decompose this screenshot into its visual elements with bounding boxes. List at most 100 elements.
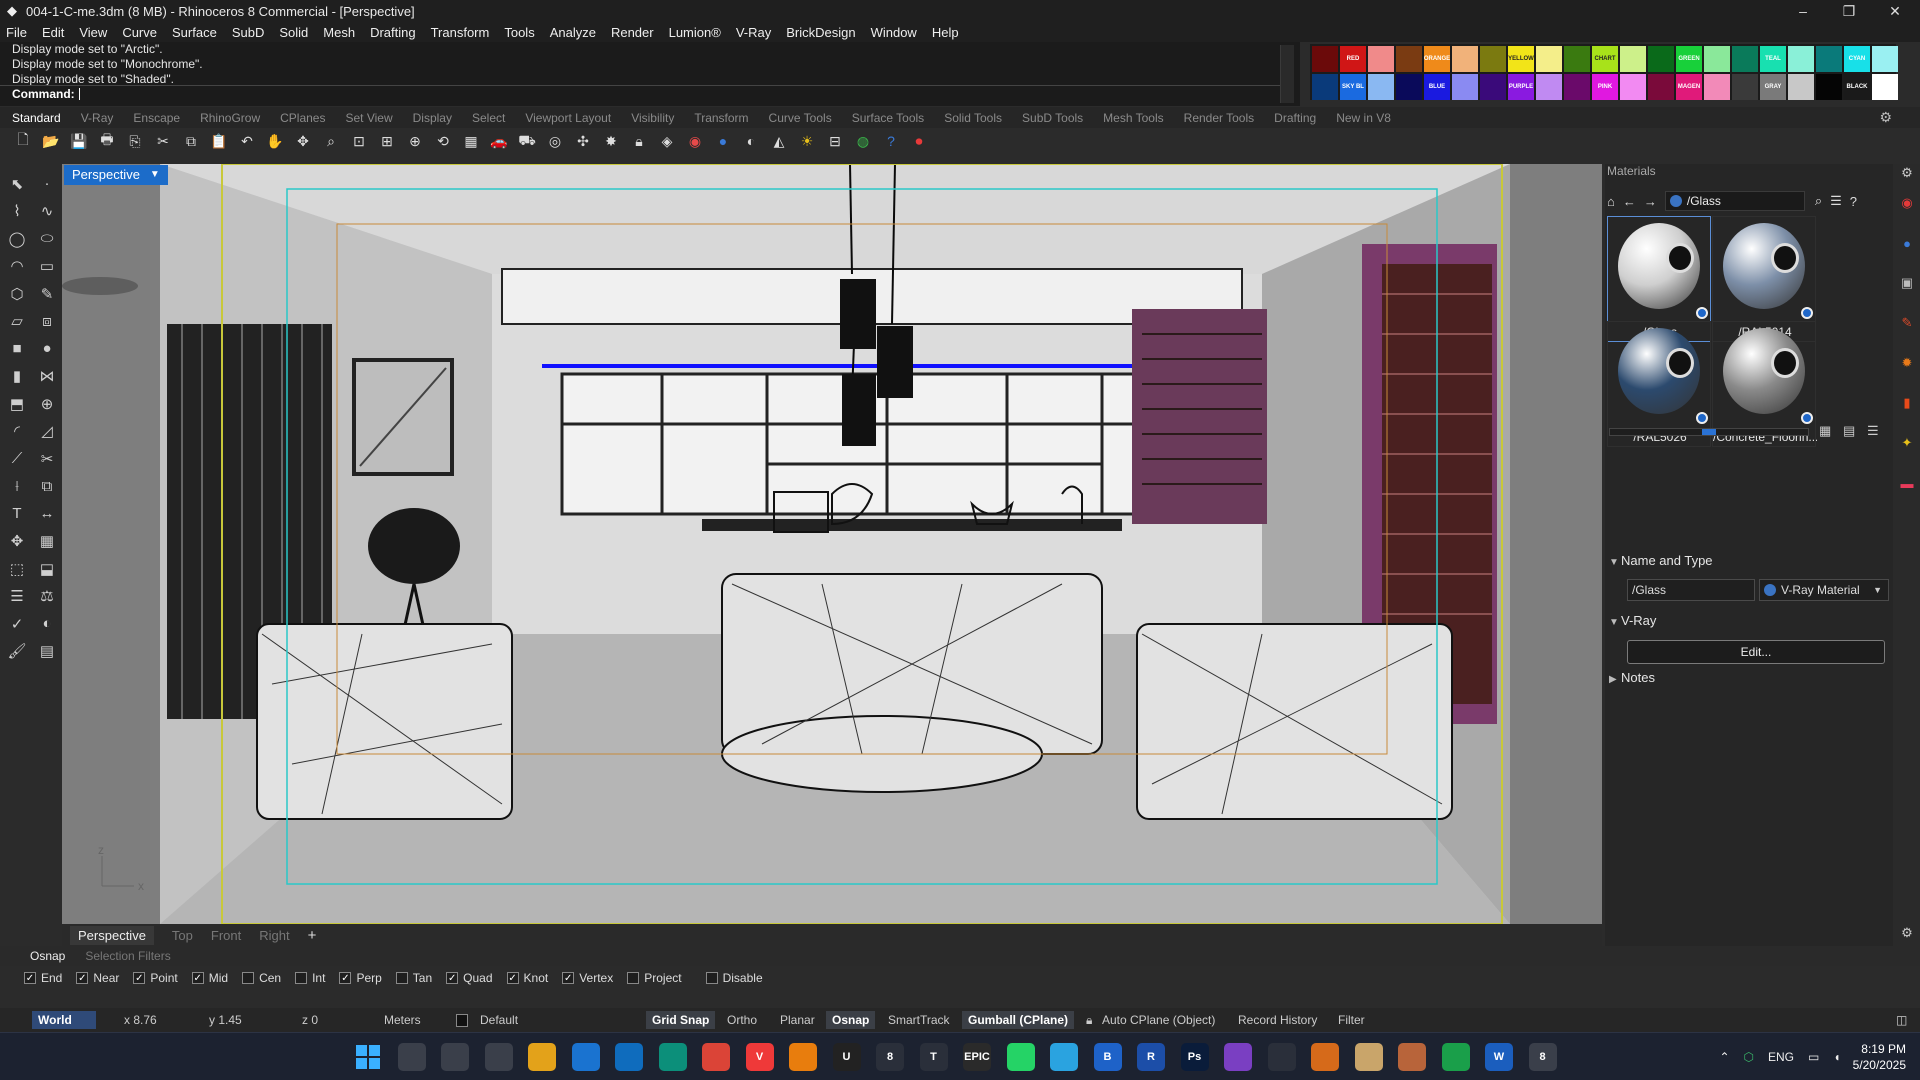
color-swatch[interactable]: YELLOW — [1508, 46, 1534, 72]
split-icon[interactable]: ✂ — [33, 445, 61, 473]
maximize-button[interactable]: ❐ — [1826, 0, 1872, 22]
checkbox[interactable]: ✓ — [562, 972, 575, 984]
menu-icon[interactable]: ☰ — [1830, 193, 1842, 209]
toolbar-tab-enscape[interactable]: Enscape — [133, 111, 180, 125]
color-swatch[interactable] — [1480, 74, 1506, 100]
book-icon[interactable]: ▬ — [1898, 474, 1916, 492]
color-swatch[interactable] — [1368, 74, 1394, 100]
view-tab-perspective[interactable]: Perspective — [70, 925, 154, 945]
sphere-solid-icon[interactable]: ● — [33, 335, 61, 363]
color-swatch[interactable] — [1536, 74, 1562, 100]
perspective-viewport[interactable]: z x — [62, 163, 1602, 925]
camera-icon[interactable]: ▣ — [1898, 274, 1916, 292]
t-app-icon[interactable]: T — [919, 1043, 948, 1071]
viewport-icon[interactable]: ▤ — [33, 638, 61, 666]
move-view-icon[interactable]: ✥ — [292, 130, 314, 152]
section-vray[interactable]: ▼ V-Ray — [1609, 613, 1656, 628]
sketchup-icon[interactable]: 8 — [876, 1043, 904, 1071]
toolbar-tab-viewport-layout[interactable]: Viewport Layout — [525, 111, 611, 125]
checkbox[interactable] — [705, 972, 718, 984]
curve-icon[interactable]: ∿ — [33, 198, 61, 226]
sun-icon[interactable]: ☀ — [796, 130, 818, 152]
render-icon[interactable]: ◐ — [33, 610, 61, 638]
extrude-icon[interactable]: ⬒ — [3, 390, 31, 418]
edge-icon[interactable] — [658, 1043, 687, 1071]
toolbar-tab-solid-tools[interactable]: Solid Tools — [944, 111, 1002, 125]
viewport-title-tab[interactable]: Perspective ▼ — [64, 165, 168, 185]
grid-snap-toggle[interactable]: Grid Snap — [646, 1011, 716, 1029]
menu-tools[interactable]: Tools — [504, 25, 534, 40]
array-icon[interactable]: ▦ — [33, 528, 61, 556]
color-wheel-icon[interactable]: ◉ — [1898, 194, 1916, 212]
menu-view[interactable]: View — [79, 25, 107, 40]
gear-icon[interactable]: ⚙ — [1898, 924, 1916, 942]
point-icon[interactable]: · — [33, 170, 61, 198]
command-input[interactable]: Command: — [0, 85, 1282, 102]
menu-lumion-[interactable]: Lumion® — [669, 25, 721, 40]
color-swatch[interactable] — [1872, 74, 1898, 100]
undo-icon[interactable]: ↶ — [236, 130, 258, 152]
edit-material-button[interactable]: Edit... — [1627, 640, 1885, 664]
store-icon[interactable] — [571, 1043, 600, 1071]
ortho-toggle[interactable]: Ortho — [721, 1011, 763, 1029]
color-swatch[interactable] — [1816, 46, 1842, 72]
menu-subd[interactable]: SubD — [232, 25, 265, 40]
panel-toggle-icon[interactable]: ◫ — [1890, 1011, 1913, 1029]
layer-color-swatch[interactable] — [456, 1014, 468, 1027]
menu-curve[interactable]: Curve — [122, 25, 157, 40]
dimension-icon[interactable]: ↔ — [33, 500, 61, 528]
color-swatch[interactable] — [1816, 74, 1842, 100]
group-icon[interactable]: ⬚ — [3, 555, 31, 583]
color-swatch[interactable] — [1396, 46, 1422, 72]
paste-icon[interactable]: 📋 — [208, 130, 230, 152]
analyze-icon[interactable]: ⚖ — [33, 583, 61, 611]
file-explorer-icon[interactable] — [528, 1043, 556, 1071]
sun-icon[interactable]: ✹ — [1898, 354, 1916, 372]
section-name-type[interactable]: ▼ Name and Type — [1609, 553, 1713, 568]
checkbox[interactable]: ✓ — [191, 972, 204, 984]
print-icon[interactable]: 🖶 — [96, 130, 118, 152]
color-swatch[interactable] — [1732, 46, 1758, 72]
filter-toggle[interactable]: Filter — [1332, 1011, 1371, 1029]
close-button[interactable]: ✕ — [1872, 0, 1918, 22]
surface-icon[interactable]: ▱ — [3, 308, 31, 336]
color-swatch[interactable] — [1452, 74, 1478, 100]
fillet-icon[interactable]: ◜ — [3, 418, 31, 446]
color-swatch[interactable]: MAGEN — [1676, 74, 1702, 100]
toolbar-tab-surface-tools[interactable]: Surface Tools — [852, 111, 925, 125]
help-icon[interactable]: ? — [880, 130, 902, 152]
planar-toggle[interactable]: Planar — [774, 1011, 821, 1029]
layer-button[interactable]: Default — [474, 1011, 524, 1029]
offset-icon[interactable]: ⟋ — [3, 445, 31, 473]
language-indicator[interactable]: ENG — [1768, 1050, 1794, 1064]
gradient-icon[interactable]: ◭ — [768, 130, 790, 152]
cube-app-icon[interactable] — [441, 1043, 469, 1071]
outlook-icon[interactable] — [615, 1043, 643, 1071]
material-name-field[interactable]: /Glass — [1627, 579, 1755, 601]
color-swatch[interactable] — [1704, 74, 1730, 100]
toolbar-tab-drafting[interactable]: Drafting — [1274, 111, 1316, 125]
freeform-icon[interactable]: ✎ — [33, 280, 61, 308]
text-icon[interactable]: T — [3, 500, 31, 528]
rotate-view-icon[interactable]: ⟲ — [432, 130, 454, 152]
layout-icon[interactable]: ⊟ — [824, 130, 846, 152]
menu-v-ray[interactable]: V-Ray — [736, 25, 771, 40]
cut-icon[interactable]: ✂ — [152, 130, 174, 152]
arc-icon[interactable]: ◠ — [3, 253, 31, 281]
color-swatch[interactable] — [1312, 46, 1338, 72]
color-swatch[interactable]: GRAY — [1760, 74, 1786, 100]
task-view-icon[interactable] — [397, 1043, 426, 1071]
view-tab-top[interactable]: Top — [172, 928, 193, 943]
menu-transform[interactable]: Transform — [431, 25, 490, 40]
toolbar-tab-rhinogrow[interactable]: RhinoGrow — [200, 111, 260, 125]
checkbox[interactable] — [627, 972, 640, 984]
osnap-mid[interactable]: ✓ Mid — [191, 971, 228, 985]
toolbar-tab-transform[interactable]: Transform — [694, 111, 748, 125]
search-icon[interactable]: ⌕ — [1815, 193, 1822, 209]
chamfer-icon[interactable]: ◿ — [33, 418, 61, 446]
mesh-icon[interactable]: ⋈ — [33, 363, 61, 391]
chrome-profile-icon[interactable] — [1441, 1043, 1470, 1071]
checkbox[interactable]: ✓ — [506, 972, 519, 984]
menu-help[interactable]: Help — [932, 25, 959, 40]
cylinder-icon[interactable]: ▮ — [3, 363, 31, 391]
